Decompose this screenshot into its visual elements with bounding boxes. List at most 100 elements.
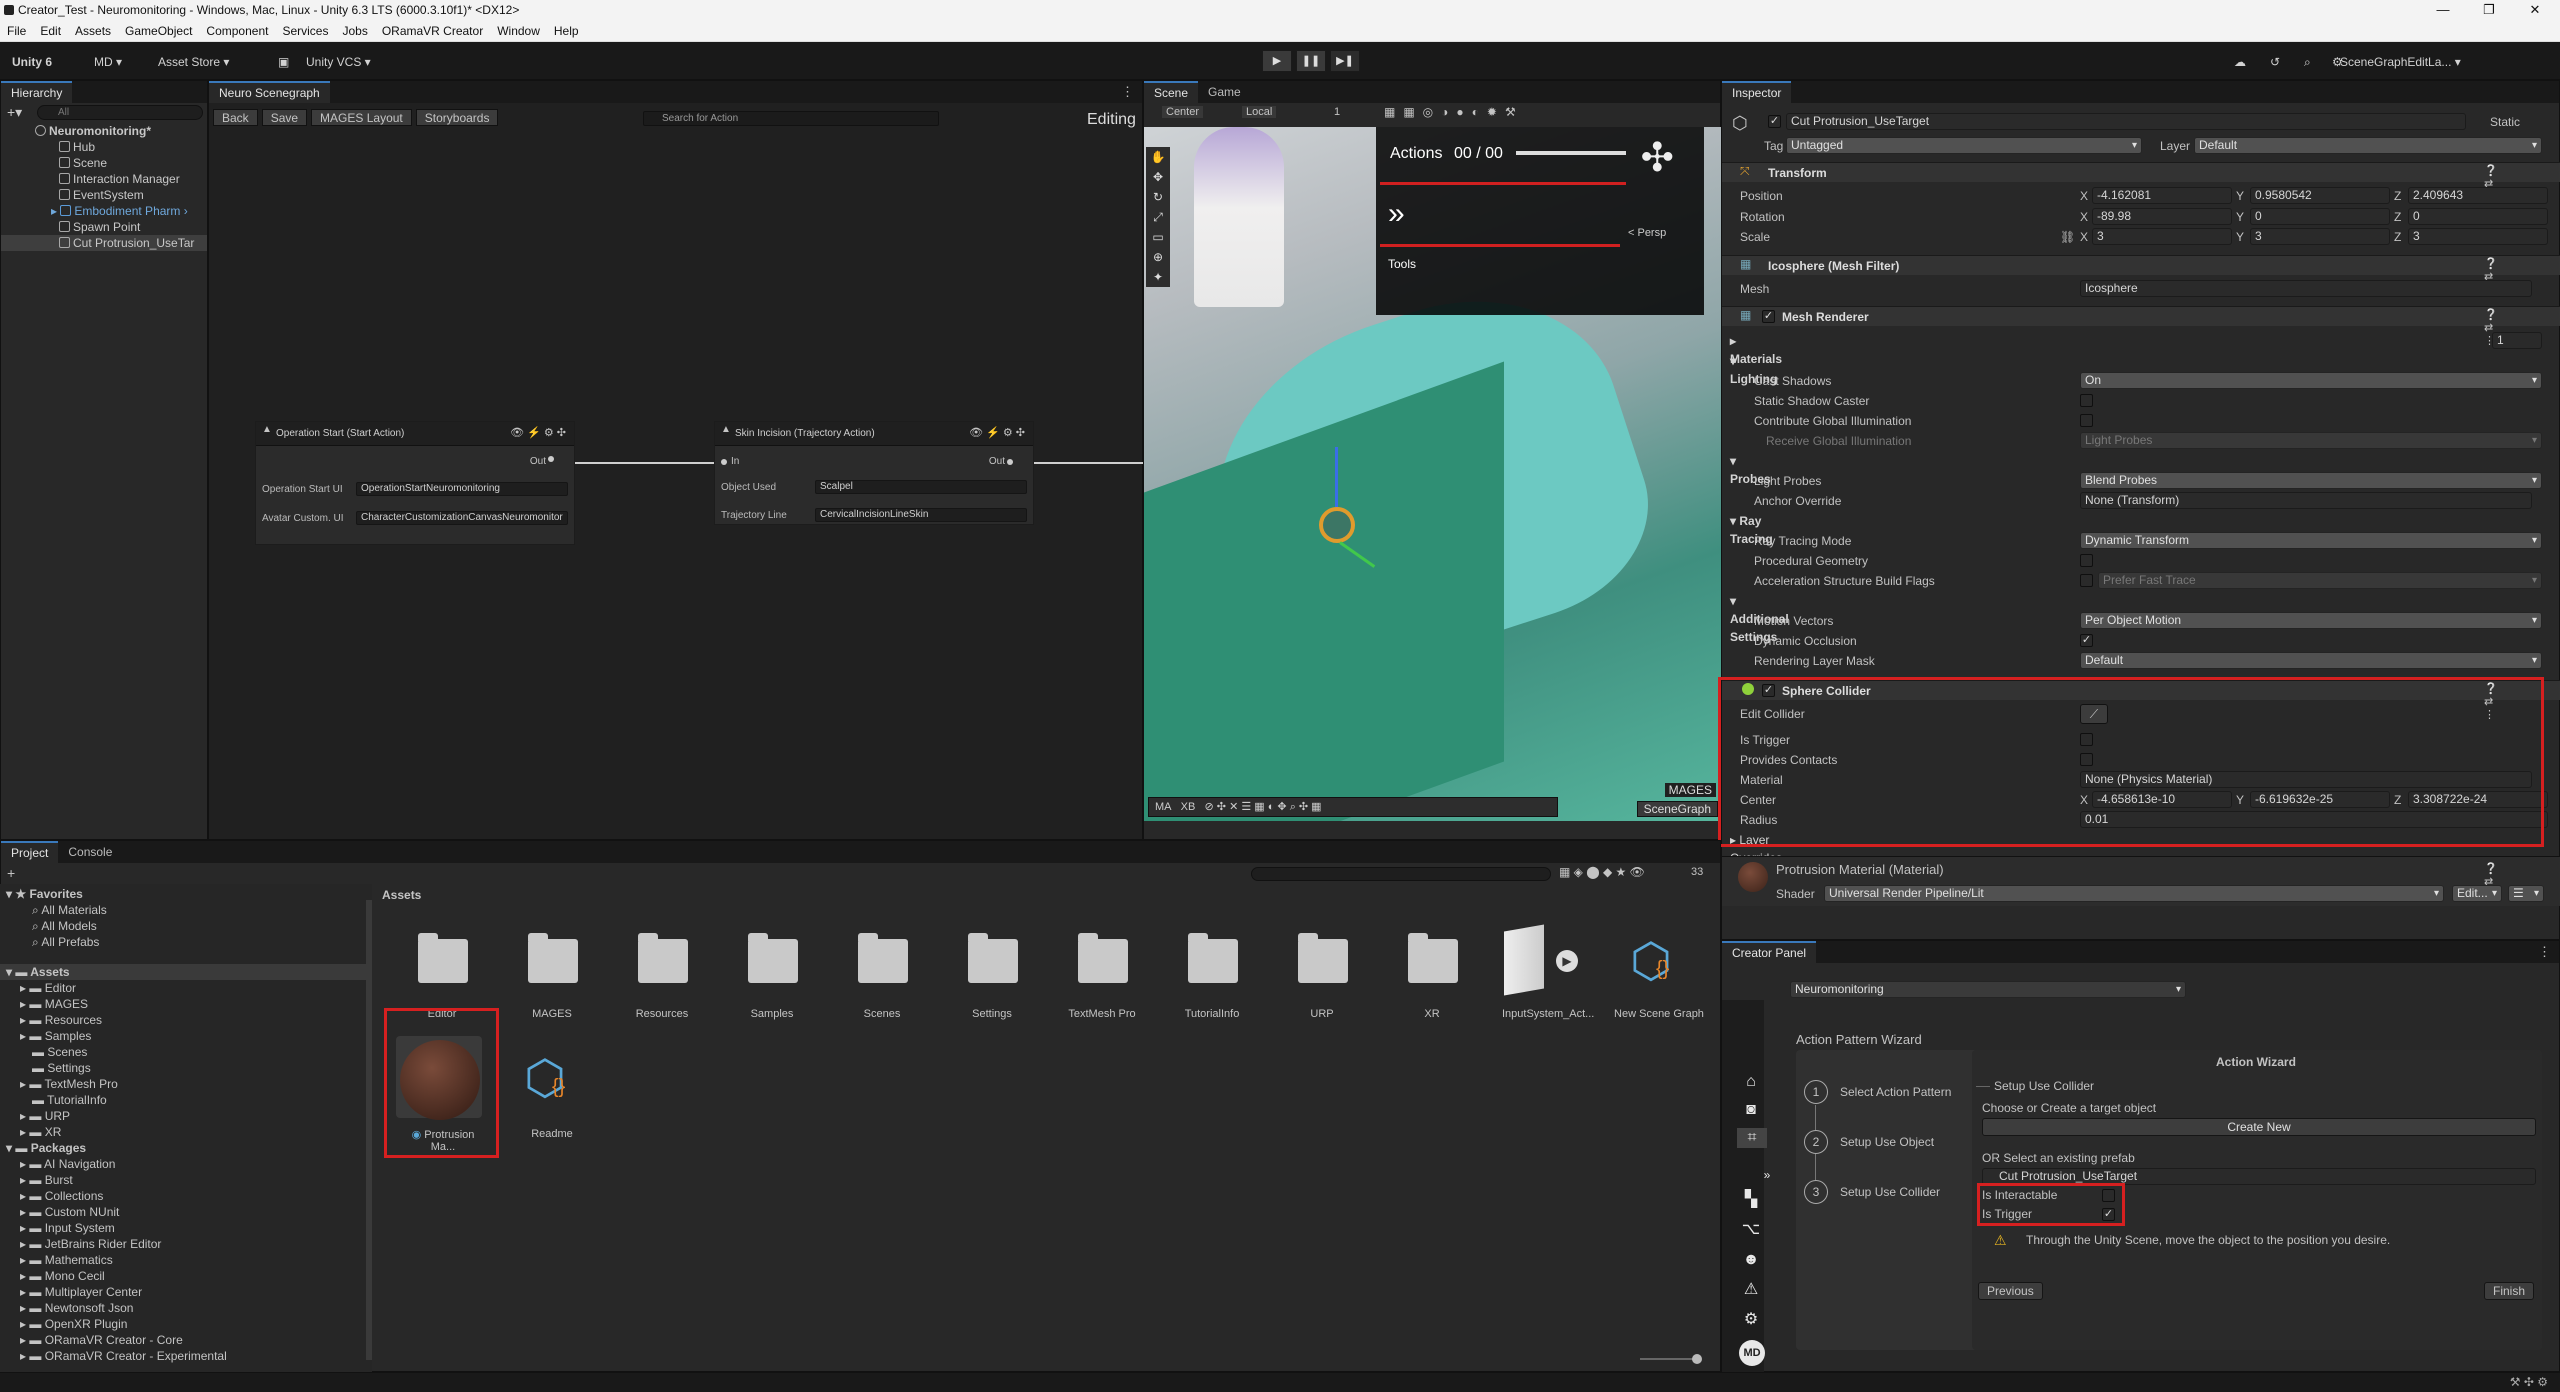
asset-folder-scenes[interactable]: Scenes [842, 1008, 922, 1020]
hierarchy-item-hub[interactable]: Hub [59, 139, 95, 155]
fav-all-models[interactable]: ⌕ All Models [32, 918, 97, 934]
tab-console[interactable]: Console [58, 841, 122, 863]
folder-icon[interactable] [528, 933, 578, 983]
tab-creator-panel[interactable]: Creator Panel [1722, 941, 1817, 963]
folder-icon[interactable] [1188, 933, 1238, 983]
folder-icon[interactable] [858, 933, 908, 983]
position-y-input[interactable]: 0.9580542 [2250, 187, 2390, 204]
account-button[interactable]: MD ▾ [88, 51, 128, 73]
mesh-field[interactable]: Icosphere [2080, 280, 2532, 297]
hierarchy-item-spawn-point[interactable]: Spawn Point [59, 219, 140, 235]
node-controls-icon[interactable]: 👁 ⚡ ⚙ ✣ [510, 426, 566, 439]
mesh-filter-header[interactable]: Icosphere (Mesh Filter) [1722, 255, 2560, 275]
menu-edit[interactable]: Edit [33, 20, 68, 42]
trajectory-line-field[interactable]: CervicalIncisionLineSkin [815, 508, 1027, 522]
persp-label[interactable]: < Persp [1628, 227, 1666, 239]
center-z-input[interactable]: 3.308722e-24 [2408, 791, 2548, 808]
node-controls-icon[interactable]: 👁 ⚡ ⚙ ✣ [969, 426, 1025, 439]
tree-textmesh-pro[interactable]: ▸ ▬ TextMesh Pro [20, 1076, 118, 1092]
storyboards-button[interactable]: Storyboards [415, 109, 499, 126]
tree-urp[interactable]: ▸ ▬ URP [20, 1108, 70, 1124]
asset-input-system[interactable]: InputSystem_Act... [1502, 1008, 1594, 1020]
play-asset-icon[interactable]: ▶ [1556, 950, 1578, 972]
probes-foldout[interactable]: ▾ Probes [1730, 452, 1771, 486]
scale-z-input[interactable]: 3 [2408, 228, 2548, 245]
menu-services[interactable]: Services [275, 20, 335, 42]
unity-vcs-button[interactable]: Unity VCS ▾ [300, 51, 377, 73]
warning-icon[interactable]: ⚠ [1741, 1280, 1761, 1300]
save-icon[interactable]: ▣ [272, 51, 295, 73]
minimize-button[interactable]: — [2420, 0, 2466, 20]
widgets-icon[interactable]: ▚ [1741, 1190, 1761, 1210]
pivot-dropdown[interactable]: Center [1162, 106, 1204, 118]
material-preview-icon[interactable] [400, 1040, 480, 1120]
pkg-item[interactable]: ▸ ▬ Multiplayer Center [20, 1284, 142, 1300]
project-search-input[interactable] [1251, 867, 1551, 881]
play-button[interactable]: ▶ [1262, 50, 1292, 72]
tab-project[interactable]: Project [1, 841, 59, 863]
asset-folder-xr[interactable]: XR [1392, 1008, 1472, 1020]
status-icons[interactable]: ⚒ ✣ ⚙ [2510, 1375, 2548, 1389]
static-shadow-checkbox[interactable] [2080, 394, 2093, 407]
contribute-gi-checkbox[interactable] [2080, 414, 2093, 427]
unity-version-button[interactable]: Unity 6 [6, 51, 58, 73]
pkg-item[interactable]: ▸ ▬ JetBrains Rider Editor [20, 1236, 161, 1252]
tree-editor[interactable]: ▸ ▬ Editor [20, 980, 76, 996]
mages-layout-button[interactable]: MAGES Layout [311, 109, 412, 126]
pkg-item[interactable]: ▸ ▬ Newtonsoft Json [20, 1300, 133, 1316]
bottom-tool-icons[interactable]: ⊘ ✣ ✕ ☰ ▦ ◐ ✥ ⌕ ✣ ▦ [1205, 801, 1322, 813]
ray-tracing-foldout[interactable]: ▾ Ray Tracing [1730, 512, 1773, 546]
tree-scrollbar[interactable] [366, 900, 372, 1360]
asset-folder-samples[interactable]: Samples [732, 1008, 812, 1020]
tool-icons[interactable]: ✋ ✥ ↻ ⤢ ▭ ⊕ ✦ [1146, 147, 1170, 287]
tree-xr[interactable]: ▸ ▬ XR [20, 1124, 61, 1140]
physics-material-field[interactable]: None (Physics Material) [2080, 771, 2532, 788]
pkg-item[interactable]: ▸ ▬ Mathematics [20, 1252, 113, 1268]
operation-start-node[interactable]: Operation Start (Start Action) ▲ 👁 ⚡ ⚙ ✣… [255, 421, 575, 545]
light-probes-dropdown[interactable]: Blend Probes [2080, 472, 2542, 489]
folder-icon[interactable] [418, 933, 468, 983]
scene-orientation-gizmo[interactable]: ✣ [1640, 135, 1674, 181]
asset-protrusion-material[interactable]: ◉ Protrusion Ma... [398, 1128, 488, 1153]
icon-size-slider[interactable] [1640, 1358, 1700, 1360]
scale-y-input[interactable]: 3 [2250, 228, 2390, 245]
action-search-input[interactable]: Search for Action [643, 111, 939, 126]
asset-folder-resources[interactable]: Resources [622, 1008, 702, 1020]
add-icon[interactable]: +▾ [7, 104, 22, 121]
scenegraph-button[interactable]: SceneGraph [1636, 801, 1718, 817]
shader-options-icon[interactable]: ☰ [2508, 885, 2544, 902]
pkg-item[interactable]: ▸ ▬ ORamaVR Creator - Core [20, 1332, 183, 1348]
position-z-input[interactable]: 2.409643 [2408, 187, 2548, 204]
transform-header[interactable]: Transform [1722, 162, 2560, 182]
hierarchy-item-embodiment[interactable]: ▸ Embodiment Pharm › [51, 203, 188, 219]
create-new-button[interactable]: Create New [1982, 1118, 2536, 1136]
object-name-input[interactable]: Cut Protrusion_UseTarget [1786, 113, 2466, 130]
kebab-menu-icon[interactable]: ⋮ [2538, 941, 2551, 963]
step-button[interactable]: ▶❚ [1330, 50, 1360, 72]
layout-dropdown[interactable]: SceneGraphEditLa... ▾ [2334, 51, 2467, 73]
tab-inspector[interactable]: Inspector [1722, 81, 1792, 103]
out-port[interactable] [548, 456, 554, 462]
prefab-field[interactable]: Cut Protrusion_UseTarget [1982, 1168, 2536, 1185]
pkg-item[interactable]: ▸ ▬ Collections [20, 1188, 103, 1204]
asset-folder-textmesh[interactable]: TextMesh Pro [1062, 1008, 1142, 1020]
operation-start-ui-field[interactable]: OperationStartNeuromonitoring [356, 482, 568, 496]
menu-file[interactable]: File [0, 20, 33, 42]
hierarchy-search-input[interactable]: All [37, 105, 203, 120]
is-trigger-checkbox[interactable]: ✓ [2102, 1208, 2115, 1221]
asset-folder-urp[interactable]: URP [1282, 1008, 1362, 1020]
out-port[interactable] [1007, 459, 1013, 465]
layer-dropdown[interactable]: Default [2194, 137, 2542, 154]
asset-folder-editor[interactable]: Editor [402, 1008, 482, 1020]
ma-button[interactable]: MA [1155, 801, 1172, 813]
additional-settings-foldout[interactable]: ▾ Additional Settings [1730, 592, 1789, 644]
lighting-foldout[interactable]: ▾ Lighting [1730, 352, 1777, 386]
scale-x-input[interactable]: 3 [2092, 228, 2232, 245]
pause-button[interactable]: ❚❚ [1296, 50, 1326, 72]
tree-samples[interactable]: ▸ ▬ Samples [20, 1028, 91, 1044]
assets-breadcrumb[interactable]: Assets [382, 887, 421, 903]
pkg-item[interactable]: ▸ ▬ OpenXR Plugin [20, 1316, 127, 1332]
pkg-item[interactable]: ▸ ▬ Input System [20, 1220, 115, 1236]
robot-icon[interactable]: ☻ [1741, 1250, 1761, 1270]
history-icon[interactable]: ↺ [2264, 51, 2286, 73]
